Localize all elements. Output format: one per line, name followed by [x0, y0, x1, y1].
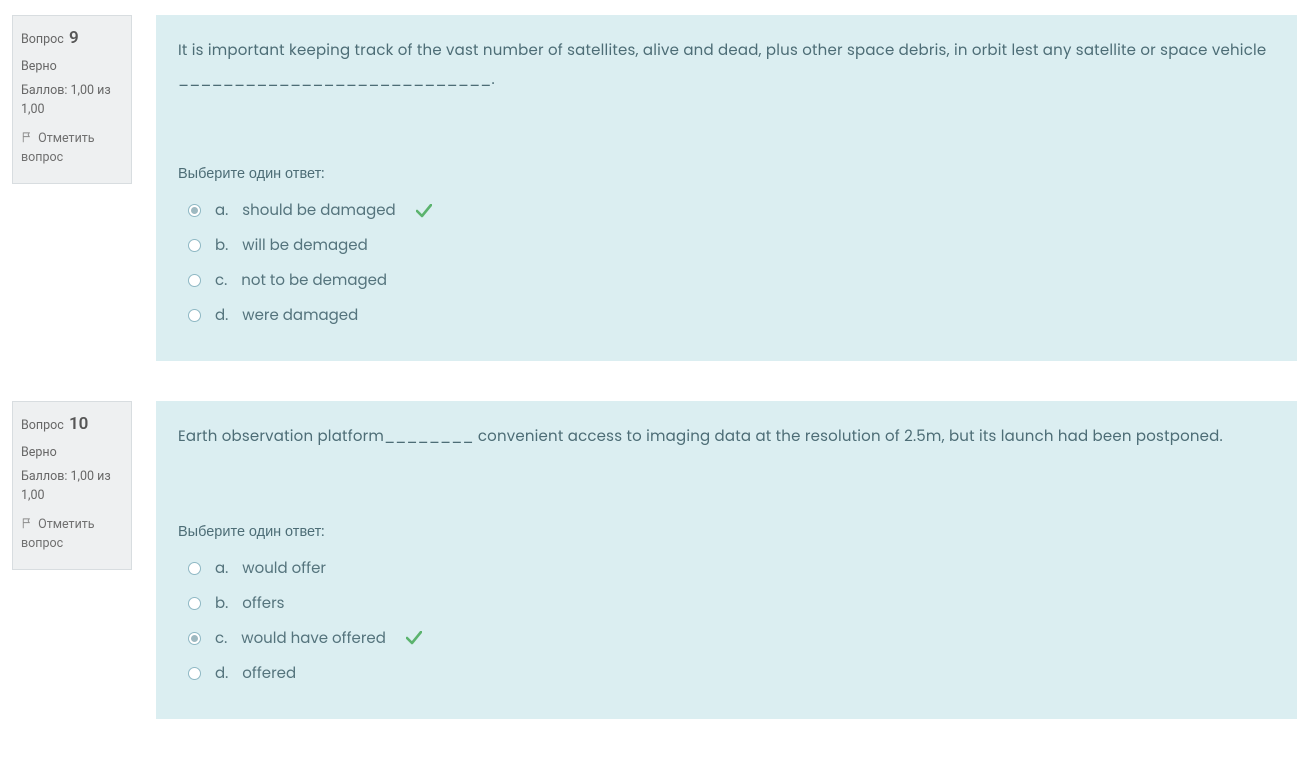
question-info-panel: Вопрос 9 Верно Баллов: 1,00 из 1,00 Отме…	[12, 15, 132, 184]
radio-input[interactable]	[188, 274, 201, 287]
option-letter: b.	[215, 234, 228, 257]
question-info-panel: Вопрос 10 Верно Баллов: 1,00 из 1,00 Отм…	[12, 401, 132, 570]
answer-option[interactable]: c. not to be demaged	[188, 269, 1275, 292]
check-icon	[406, 631, 422, 645]
flag-question-button[interactable]: Отметить вопрос	[21, 516, 123, 554]
radio-input[interactable]	[188, 667, 201, 680]
radio-input[interactable]	[188, 239, 201, 252]
flag-icon	[21, 517, 33, 529]
flag-question-button[interactable]: Отметить вопрос	[21, 130, 123, 168]
question-number: 10	[69, 414, 88, 434]
question-label: Вопрос	[21, 32, 64, 47]
question-content: Earth observation platform________ conve…	[156, 401, 1297, 719]
question-score: Баллов: 1,00 из 1,00	[21, 82, 123, 120]
check-icon	[416, 204, 432, 218]
answer-option[interactable]: a. should be damaged	[188, 199, 1275, 222]
question-text: It is important keeping track of the vas…	[178, 37, 1275, 94]
radio-input[interactable]	[188, 562, 201, 575]
option-letter: d.	[215, 304, 228, 327]
answer-option[interactable]: d. offered	[188, 662, 1275, 685]
choose-one-prompt: Выберите один ответ:	[178, 164, 1275, 185]
answer-option[interactable]: a. would offer	[188, 557, 1275, 580]
answer-option[interactable]: b. offers	[188, 592, 1275, 615]
answer-option[interactable]: c. would have offered	[188, 627, 1275, 650]
question-content: It is important keeping track of the vas…	[156, 15, 1297, 361]
question-number: 9	[69, 28, 79, 48]
option-text: offers	[242, 592, 284, 615]
radio-input[interactable]	[188, 309, 201, 322]
answer-option[interactable]: d. were damaged	[188, 304, 1275, 327]
option-letter: b.	[215, 592, 228, 615]
question-state: Верно	[21, 444, 123, 463]
option-text: were damaged	[242, 304, 358, 327]
radio-input[interactable]	[188, 204, 201, 217]
question-state: Верно	[21, 58, 123, 77]
answer-option[interactable]: b. will be demaged	[188, 234, 1275, 257]
option-letter: a.	[215, 199, 228, 222]
flag-icon	[21, 131, 33, 143]
option-text: would offer	[242, 557, 326, 580]
radio-input[interactable]	[188, 632, 201, 645]
question-number-row: Вопрос 9	[21, 26, 123, 52]
radio-input[interactable]	[188, 597, 201, 610]
question-text: Earth observation platform________ conve…	[178, 423, 1275, 452]
question-number-row: Вопрос 10	[21, 412, 123, 438]
option-text: should be damaged	[242, 199, 395, 222]
option-text: will be demaged	[242, 234, 367, 257]
option-text: would have offered	[241, 627, 386, 650]
choose-one-prompt: Выберите один ответ:	[178, 522, 1275, 543]
option-letter: c.	[215, 627, 227, 650]
option-text: offered	[242, 662, 296, 685]
option-letter: d.	[215, 662, 228, 685]
option-letter: a.	[215, 557, 228, 580]
question-block: Вопрос 9 Верно Баллов: 1,00 из 1,00 Отме…	[12, 15, 1297, 361]
question-label: Вопрос	[21, 418, 64, 433]
option-letter: c.	[215, 269, 227, 292]
option-text: not to be demaged	[241, 269, 387, 292]
question-score: Баллов: 1,00 из 1,00	[21, 468, 123, 506]
question-block: Вопрос 10 Верно Баллов: 1,00 из 1,00 Отм…	[12, 401, 1297, 719]
